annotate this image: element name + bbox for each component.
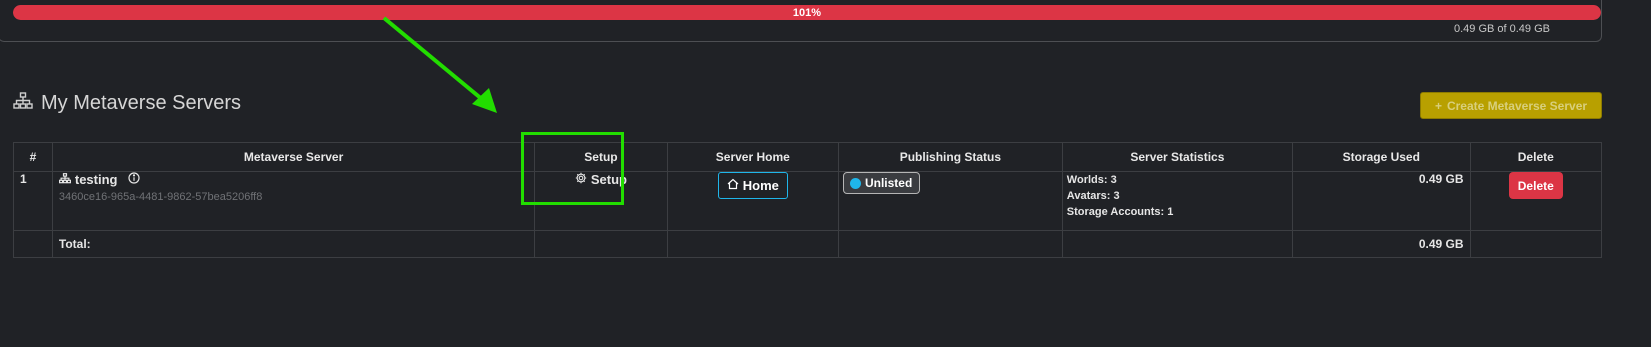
status-dot-icon (849, 177, 861, 189)
plus-icon: + (1434, 98, 1442, 113)
header-publishing-status: Publishing Status (837, 142, 1063, 172)
table-total-row: Total: 0.49 GB (13, 230, 1603, 258)
section-header: My Metaverse Servers (13, 92, 241, 115)
delete-button[interactable]: Delete (1508, 172, 1563, 199)
server-cell: testing 3460ce16-965a-4481-9862-57bea520… (51, 171, 536, 231)
total-label: Total: (51, 230, 536, 258)
storage-usage-card: 101% 0.49 GB of 0.49 GB (0, 0, 1602, 42)
stat-avatars: Avatars: 3 (1066, 190, 1120, 202)
server-name: testing (58, 172, 528, 187)
setup-label: Setup (590, 172, 628, 187)
storage-usage-text: 0.49 GB of 0.49 GB (1453, 23, 1550, 35)
info-icon[interactable] (127, 172, 140, 187)
server-name-text: testing (74, 172, 118, 187)
statistics-cell: Worlds: 3 Avatars: 3 Storage Accounts: 1 (1061, 171, 1293, 231)
storage-progress-bar: 101% (13, 5, 1601, 20)
status-label: Unlisted (864, 176, 913, 190)
gear-icon (575, 172, 587, 187)
header-metaverse-server: Metaverse Server (51, 142, 536, 172)
header-delete: Delete (1469, 142, 1603, 172)
network-icon (13, 92, 33, 115)
storage-used-cell: 0.49 GB (1291, 171, 1471, 231)
table-row: 1 testing 3460ce16-965a-4481-9862-57bea5… (13, 171, 1603, 231)
servers-table: # Metaverse Server Setup Server Home Pub… (13, 142, 1603, 258)
header-server-home: Server Home (666, 142, 839, 172)
storage-progress-fill: 101% (13, 5, 1601, 20)
network-icon (58, 172, 71, 187)
home-icon (727, 178, 739, 193)
storage-progress-label: 101% (792, 6, 822, 19)
total-storage: 0.49 GB (1291, 230, 1471, 258)
table-header-row: # Metaverse Server Setup Server Home Pub… (13, 142, 1603, 172)
header-index: # (13, 142, 53, 172)
status-cell: Unlisted (837, 171, 1063, 231)
header-server-statistics: Server Statistics (1061, 142, 1293, 172)
delete-cell: Delete (1469, 171, 1603, 231)
home-button[interactable]: Home (717, 172, 788, 199)
create-metaverse-server-button[interactable]: + Create Metaverse Server (1420, 92, 1602, 119)
setup-link[interactable]: Setup (575, 172, 627, 187)
setup-cell: Setup (534, 171, 668, 231)
page-title: My Metaverse Servers (41, 92, 242, 114)
header-storage-used: Storage Used (1291, 142, 1471, 172)
header-setup: Setup (534, 142, 668, 172)
status-badge[interactable]: Unlisted (842, 172, 921, 194)
home-cell: Home (666, 171, 839, 231)
stat-worlds: Worlds: 3 (1066, 174, 1117, 186)
create-button-label: Create Metaverse Server (1446, 98, 1588, 113)
row-index: 1 (13, 171, 53, 231)
server-id: 3460ce16-965a-4481-9862-57bea5206ff8 (58, 191, 263, 203)
stat-storage-accounts: Storage Accounts: 1 (1066, 206, 1174, 218)
home-label: Home (742, 178, 779, 193)
